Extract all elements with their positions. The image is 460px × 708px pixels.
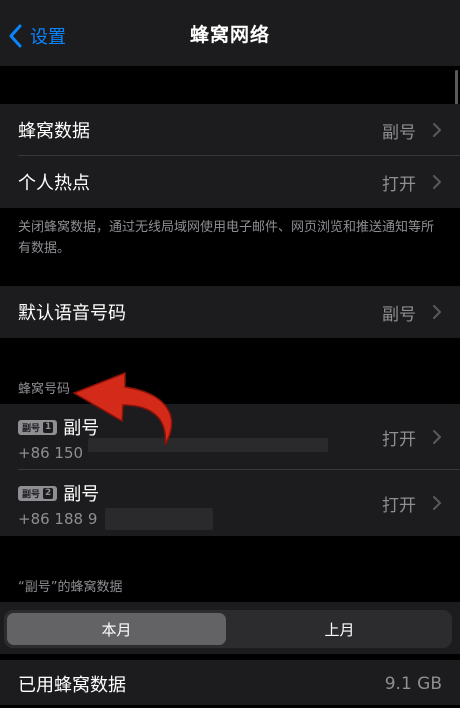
navigation-bar: 设置 蜂窝网络 <box>0 0 460 66</box>
sim-badge-number: 1 <box>43 421 54 433</box>
tab-this-month[interactable]: 本月 <box>7 613 226 645</box>
row-value: 打开 <box>382 174 416 195</box>
page-title: 蜂窝网络 <box>189 24 270 46</box>
chevron-right-icon <box>433 123 441 137</box>
row-label: 个人热点 <box>18 173 90 194</box>
row-value: 副号 <box>382 122 416 143</box>
chevron-right-icon <box>433 496 441 510</box>
cellular-numbers-header: 蜂窝号码 <box>18 382 71 397</box>
cellular-data-footnote: 关闭蜂窝数据，通过无线局域网使用电子邮件、网页浏览和推送通知等所有数据。 <box>18 220 435 256</box>
red-arrow-annotation <box>72 371 173 446</box>
row-label: 默认语音号码 <box>18 303 126 324</box>
usage-section-header: “副号”的蜂窝数据 <box>18 580 123 595</box>
sim-badge: 副号 1 <box>18 419 58 435</box>
row-label: 已用蜂窝数据 <box>18 675 126 696</box>
sim-phone-number: +86 188 9 <box>18 510 98 528</box>
cellular-settings-group: 蜂窝数据 副号 个人热点 打开 <box>0 104 460 208</box>
sim-line-title: 副号 2 副号 <box>18 480 99 506</box>
sim-line-row[interactable]: 副号 1 副号 +86 150 打开 <box>0 404 460 470</box>
sim-line-status: 打开 <box>382 495 416 516</box>
usage-period-segmented-control: 本月 上月 <box>4 610 452 648</box>
row-value: 副号 <box>382 304 416 325</box>
tab-last-month[interactable]: 上月 <box>230 613 449 645</box>
sim-badge-label: 副号 <box>22 489 41 500</box>
sim-line-row[interactable]: 副号 2 副号 +86 188 9 打开 <box>0 470 460 536</box>
used-cellular-data-row: 已用蜂窝数据 9.1 GB <box>0 660 460 708</box>
chevron-right-icon <box>433 175 441 189</box>
row-label: 蜂窝数据 <box>18 121 90 142</box>
sim-badge-label: 副号 <box>22 423 41 434</box>
voice-group: 默认语音号码 副号 <box>0 286 460 338</box>
sim-line-status: 打开 <box>382 429 416 450</box>
sim-badge: 副号 2 <box>18 485 58 501</box>
cellular-numbers-group: 副号 1 副号 +86 150 打开 副号 2 副号 +86 188 9 打开 <box>0 404 460 536</box>
chevron-right-icon <box>433 430 441 444</box>
chevron-right-icon <box>433 305 441 319</box>
default-voice-line-row[interactable]: 默认语音号码 副号 <box>0 286 460 338</box>
cellular-data-row[interactable]: 蜂窝数据 副号 <box>0 104 460 156</box>
redaction-bar <box>105 508 213 530</box>
used-data-value: 9.1 GB <box>384 674 442 694</box>
personal-hotspot-row[interactable]: 个人热点 打开 <box>0 156 460 208</box>
sim-badge-number: 2 <box>43 487 54 499</box>
sim-line-name: 副号 <box>63 484 100 505</box>
usage-summary-group: 已用蜂窝数据 9.1 GB <box>0 660 460 705</box>
